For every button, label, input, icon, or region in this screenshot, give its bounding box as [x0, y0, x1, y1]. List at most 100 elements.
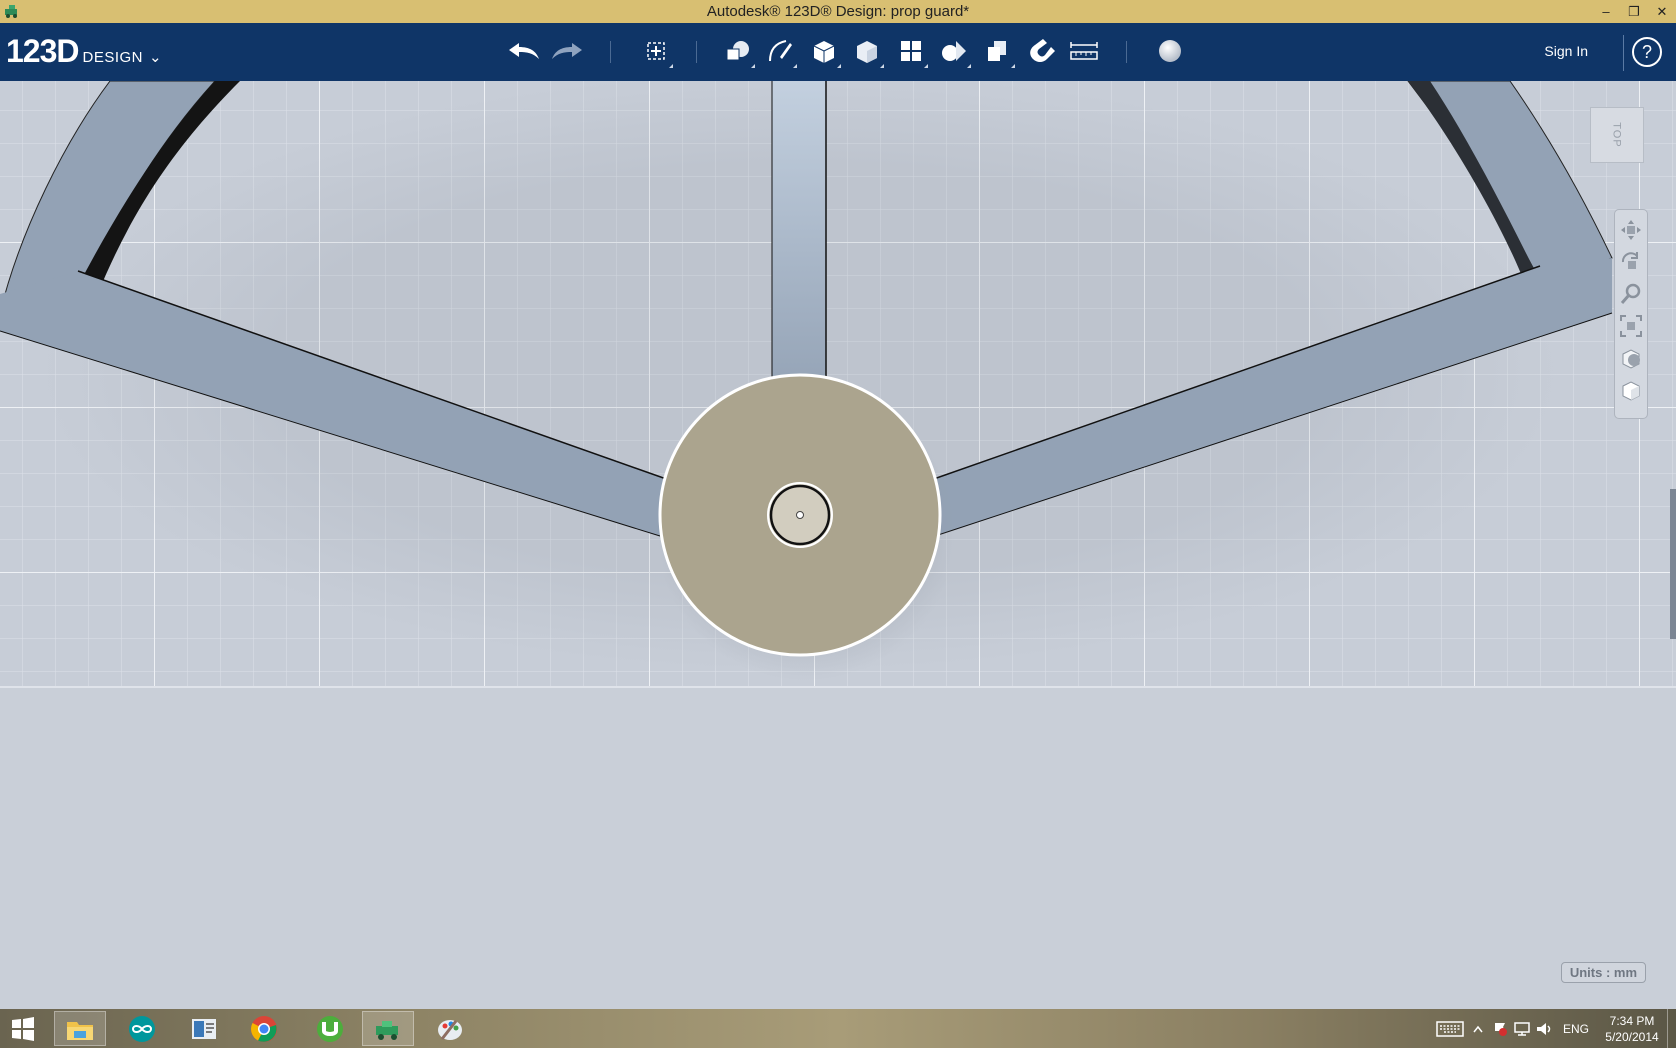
side-panel-handle[interactable]: [1670, 489, 1676, 639]
utorrent-icon: [317, 1015, 343, 1042]
app-toolbar: 123D DESIGN ⌄ Sign In ?: [0, 23, 1676, 81]
pattern-icon: [901, 41, 921, 61]
material-view-icon: [1622, 381, 1640, 401]
fit-icon: [1620, 315, 1642, 337]
sketch-icon: [769, 40, 792, 62]
toolbar-separator: [1623, 35, 1624, 71]
transform-button[interactable]: [638, 33, 674, 69]
primitives-icon: [726, 41, 749, 61]
combine-icon: [988, 41, 1006, 61]
flag-warning-icon: [1495, 1022, 1507, 1036]
window-titlebar: Autodesk® 123D® Design: prop guard* – ❐ …: [0, 0, 1676, 23]
123d-design-icon: [376, 1020, 398, 1040]
spoke-top: [772, 81, 826, 401]
modify-icon: [857, 41, 877, 63]
dropdown-indicator: [880, 64, 884, 68]
close-button[interactable]: ✕: [1648, 0, 1676, 23]
dropdown-indicator: [967, 64, 971, 68]
pan-icon: [1621, 220, 1641, 240]
system-tray: ENG 7:34 PM 5/20/2014: [1433, 1009, 1676, 1048]
toolbar-separator: [610, 41, 611, 63]
toolbar-separator: [696, 41, 697, 63]
3d-viewport[interactable]: TOP Units : mm: [0, 81, 1676, 1009]
measure-icon: [1070, 42, 1098, 60]
window-controls: – ❐ ✕: [1592, 0, 1676, 23]
help-button[interactable]: ?: [1632, 37, 1662, 67]
view-cube[interactable]: TOP: [1590, 107, 1644, 163]
grouping-icon: [942, 41, 966, 61]
windows-taskbar: ENG 7:34 PM 5/20/2014: [0, 1009, 1676, 1048]
taskbar-123d-design[interactable]: [362, 1011, 414, 1046]
file-explorer-icon: [67, 1021, 93, 1040]
combine-button[interactable]: [980, 33, 1016, 69]
paint-icon: [438, 1019, 462, 1040]
snap-button[interactable]: [1023, 33, 1059, 69]
zoom-button[interactable]: [1617, 278, 1645, 310]
language-indicator[interactable]: ENG: [1555, 1022, 1597, 1036]
show-hidden-icons-button[interactable]: [1467, 1025, 1489, 1033]
minimize-button[interactable]: –: [1592, 0, 1620, 23]
chevron-up-icon: [1473, 1025, 1483, 1032]
snap-icon: [1030, 39, 1055, 62]
speaker-icon: [1537, 1022, 1551, 1035]
material-view-button[interactable]: [1617, 374, 1645, 406]
window-title: Autodesk® 123D® Design: prop guard*: [706, 3, 970, 20]
fit-button[interactable]: [1617, 310, 1645, 342]
clock-date: 5/20/2014: [1605, 1029, 1659, 1044]
chrome-icon: [251, 1015, 277, 1042]
touch-keyboard-button[interactable]: [1433, 1020, 1467, 1037]
reader-icon: [192, 1018, 216, 1039]
clock[interactable]: 7:34 PM 5/20/2014: [1597, 1013, 1667, 1045]
view-style-button[interactable]: [1617, 342, 1645, 374]
primitives-button[interactable]: [720, 33, 756, 69]
grouping-button[interactable]: [936, 33, 972, 69]
keyboard-icon: [1436, 1020, 1464, 1037]
network-button[interactable]: [1511, 1021, 1533, 1037]
zoom-icon: [1620, 283, 1641, 304]
dropdown-indicator: [751, 64, 755, 68]
navigation-bar: [1614, 209, 1648, 419]
dropdown-indicator: [837, 64, 841, 68]
app-menu-logo[interactable]: 123D DESIGN ⌄: [6, 33, 162, 70]
action-center-button[interactable]: [1489, 1021, 1511, 1037]
view-cube-label: TOP: [1610, 122, 1623, 148]
modify-button[interactable]: [849, 33, 885, 69]
dropdown-indicator: [1011, 64, 1015, 68]
view-style-icon: [1622, 349, 1640, 369]
dropdown-indicator: [793, 64, 797, 68]
toolbar-separator: [1126, 41, 1127, 63]
show-desktop-button[interactable]: [1667, 1009, 1676, 1048]
measure-button[interactable]: [1066, 33, 1102, 69]
pan-button[interactable]: [1617, 214, 1645, 246]
clock-time: 7:34 PM: [1609, 1013, 1655, 1028]
hub-center-point: [796, 511, 804, 519]
redo-icon: [552, 43, 582, 59]
taskbar-file-explorer[interactable]: [54, 1011, 106, 1046]
units-indicator[interactable]: Units : mm: [1560, 962, 1646, 983]
dropdown-indicator: [669, 64, 673, 68]
redo-button[interactable]: [549, 33, 585, 69]
logo-sub: DESIGN: [82, 49, 144, 66]
taskbar-paint[interactable]: [424, 1011, 476, 1046]
restore-button[interactable]: ❐: [1620, 0, 1648, 23]
taskbar-arduino[interactable]: [116, 1011, 168, 1046]
undo-icon: [509, 43, 539, 59]
volume-button[interactable]: [1533, 1021, 1555, 1037]
sketch-button[interactable]: [762, 33, 798, 69]
logo-main: 123D: [6, 33, 79, 69]
undo-button[interactable]: [506, 33, 542, 69]
scene-canvas[interactable]: [0, 81, 1676, 1009]
material-button[interactable]: [1152, 33, 1188, 69]
taskbar-reader[interactable]: [178, 1011, 230, 1046]
material-icon: [1159, 40, 1181, 62]
taskbar-chrome[interactable]: [238, 1011, 290, 1046]
orbit-icon: [1621, 252, 1638, 269]
orbit-button[interactable]: [1617, 246, 1645, 278]
arduino-icon: [129, 1015, 155, 1042]
chevron-down-icon: ⌄: [149, 49, 162, 66]
start-button[interactable]: [0, 1011, 46, 1046]
taskbar-utorrent[interactable]: [304, 1011, 356, 1046]
sign-in-link[interactable]: Sign In: [1544, 43, 1588, 59]
construct-button[interactable]: [806, 33, 842, 69]
pattern-button[interactable]: [893, 33, 929, 69]
